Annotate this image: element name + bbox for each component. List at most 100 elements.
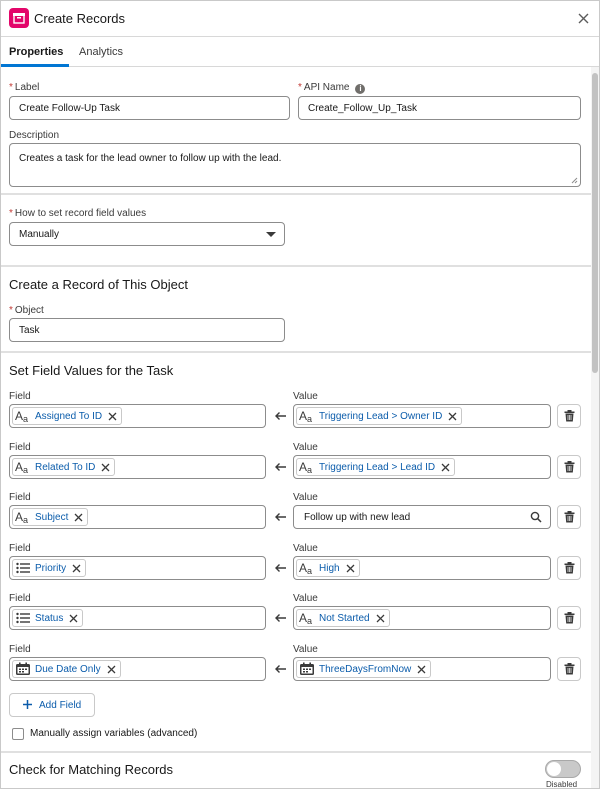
divider xyxy=(1,265,591,267)
field-input[interactable]: Aa Related To ID xyxy=(9,455,266,479)
tab-bar: Properties Analytics xyxy=(1,37,599,67)
delete-row-button[interactable] xyxy=(557,606,581,630)
field-pill: Priority xyxy=(12,559,87,577)
api-name-field-label: * API Name i xyxy=(298,82,366,94)
divider xyxy=(1,193,591,195)
value-column-label: Value xyxy=(293,492,318,503)
value-column-label: Value xyxy=(293,543,318,554)
toggle-knob xyxy=(547,762,561,776)
field-pill-label: Due Date Only xyxy=(35,663,101,675)
remove-icon[interactable] xyxy=(417,665,426,674)
picklist-icon xyxy=(15,611,31,625)
value-pill: Aa Triggering Lead > Lead ID xyxy=(296,458,456,476)
chevron-down-icon xyxy=(266,232,276,237)
value-input[interactable]: Follow up with new lead xyxy=(293,505,551,529)
divider xyxy=(1,351,591,353)
tab-properties[interactable]: Properties xyxy=(9,46,63,58)
trash-icon xyxy=(564,612,575,624)
value-input[interactable]: Aa Not Started xyxy=(293,606,551,630)
field-input[interactable]: Aa Assigned To ID xyxy=(9,404,266,428)
arrow-left-icon xyxy=(274,411,287,421)
value-pill: Aa Not Started xyxy=(296,609,390,627)
divider xyxy=(1,751,591,753)
delete-row-button[interactable] xyxy=(557,657,581,681)
remove-icon[interactable] xyxy=(346,564,355,573)
delete-row-button[interactable] xyxy=(557,455,581,479)
calendar-icon xyxy=(299,662,315,676)
delete-row-button[interactable] xyxy=(557,505,581,529)
value-pill: ThreeDaysFromNow xyxy=(296,660,432,678)
manual-assign-label: Manually assign variables (advanced) xyxy=(30,728,198,739)
field-pill: Aa Subject xyxy=(12,508,89,526)
svg-text:A: A xyxy=(15,510,23,524)
scrollbar-thumb[interactable] xyxy=(592,73,598,373)
value-pill-label: Triggering Lead > Lead ID xyxy=(319,461,436,473)
manual-assign-checkbox[interactable] xyxy=(12,728,24,740)
field-column-label: Field xyxy=(9,593,31,604)
set-values-select[interactable]: Manually xyxy=(9,222,285,246)
matching-records-toggle[interactable] xyxy=(545,760,581,778)
close-icon[interactable] xyxy=(577,12,590,25)
field-input[interactable]: Status xyxy=(9,606,266,630)
arrow-left-icon xyxy=(274,613,287,623)
resize-grip-icon[interactable] xyxy=(571,177,578,184)
remove-icon[interactable] xyxy=(101,463,110,472)
matching-section-title: Check for Matching Records xyxy=(9,762,174,777)
api-name-input[interactable]: Create_Follow_Up_Task xyxy=(298,96,581,120)
trash-icon xyxy=(564,562,575,574)
value-pill: Aa Triggering Lead > Owner ID xyxy=(296,407,463,425)
field-pill-label: Status xyxy=(35,612,64,624)
remove-icon[interactable] xyxy=(69,614,78,623)
remove-icon[interactable] xyxy=(72,564,81,573)
field-column-label: Field xyxy=(9,492,31,503)
value-pill-label: Not Started xyxy=(319,612,370,624)
field-pill-label: Assigned To ID xyxy=(35,410,103,422)
svg-text:A: A xyxy=(299,561,307,575)
field-column-label: Field xyxy=(9,644,31,655)
value-input[interactable]: ThreeDaysFromNow xyxy=(293,657,551,681)
value-text: Follow up with new lead xyxy=(304,512,411,523)
value-input[interactable]: Aa Triggering Lead > Lead ID xyxy=(293,455,551,479)
set-values-field-label: * How to set record field values xyxy=(9,208,147,219)
info-icon[interactable]: i xyxy=(355,84,366,94)
create-records-panel: Create Records Properties Analytics * Lab… xyxy=(0,0,600,789)
text-type-icon: Aa xyxy=(299,460,315,475)
search-icon[interactable] xyxy=(530,511,542,523)
remove-icon[interactable] xyxy=(108,412,117,421)
delete-row-button[interactable] xyxy=(557,556,581,580)
panel-header: Create Records xyxy=(1,1,599,37)
delete-row-button[interactable] xyxy=(557,404,581,428)
svg-text:A: A xyxy=(299,460,307,474)
field-pill-label: Priority xyxy=(35,562,67,574)
field-input[interactable]: Due Date Only xyxy=(9,657,266,681)
svg-text:a: a xyxy=(23,465,28,474)
object-field-label: * Object xyxy=(9,305,44,316)
description-textarea[interactable]: Creates a task for the lead owner to fol… xyxy=(9,143,581,187)
value-column-label: Value xyxy=(293,593,318,604)
remove-icon[interactable] xyxy=(107,665,116,674)
object-input[interactable]: Task xyxy=(9,318,285,342)
arrow-left-icon xyxy=(274,462,287,472)
value-input[interactable]: Aa Triggering Lead > Owner ID xyxy=(293,404,551,428)
text-type-icon: Aa xyxy=(15,460,31,475)
value-column-label: Value xyxy=(293,442,318,453)
remove-icon[interactable] xyxy=(74,513,83,522)
label-input[interactable]: Create Follow-Up Task xyxy=(9,96,290,120)
field-pill: Aa Related To ID xyxy=(12,458,116,476)
remove-icon[interactable] xyxy=(376,614,385,623)
field-column-label: Field xyxy=(9,442,31,453)
remove-icon[interactable] xyxy=(441,463,450,472)
value-input[interactable]: Aa High xyxy=(293,556,551,580)
field-input[interactable]: Priority xyxy=(9,556,266,580)
remove-icon[interactable] xyxy=(448,412,457,421)
add-field-button[interactable]: Add Field xyxy=(9,693,95,717)
tab-analytics[interactable]: Analytics xyxy=(79,46,123,58)
svg-text:a: a xyxy=(307,616,312,625)
set-values-selected: Manually xyxy=(19,229,60,240)
svg-text:a: a xyxy=(23,515,28,524)
svg-text:A: A xyxy=(15,460,23,474)
field-input[interactable]: Aa Subject xyxy=(9,505,266,529)
trash-icon xyxy=(564,663,575,675)
text-type-icon: Aa xyxy=(299,561,315,576)
text-type-icon: Aa xyxy=(15,409,31,424)
